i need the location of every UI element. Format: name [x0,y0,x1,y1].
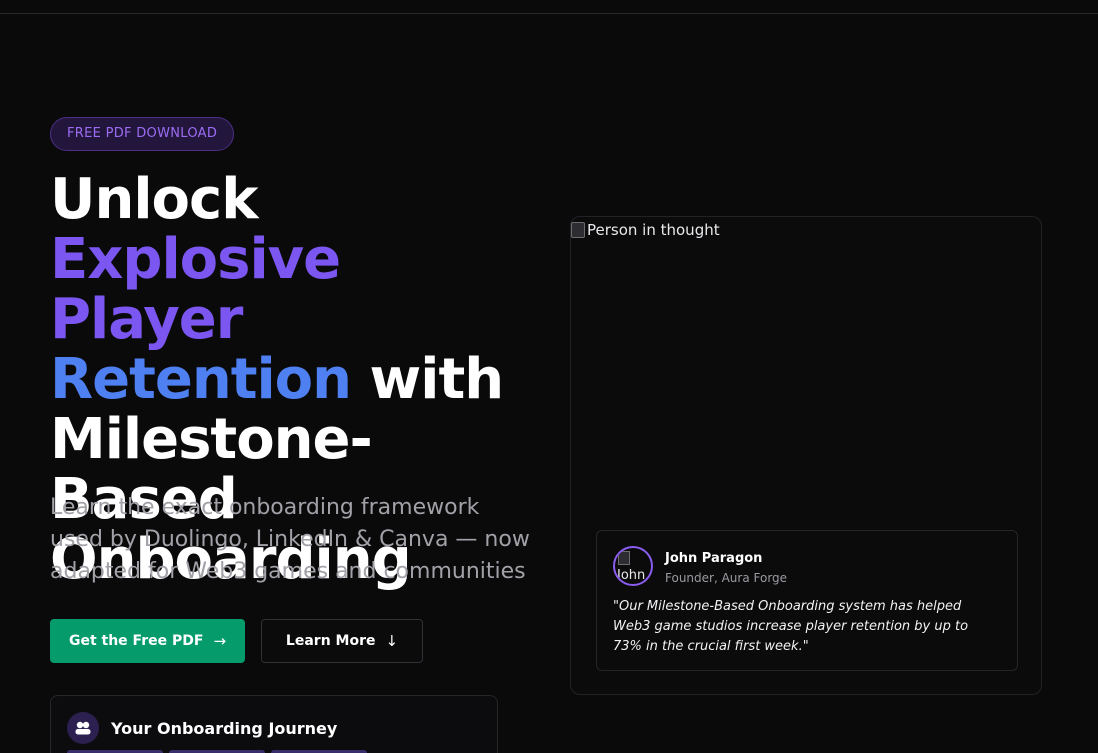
testimonial-quote-box: John John Paragon Founder, Aura Forge "O… [596,530,1018,671]
testimonial-quote: "Our Milestone-Based Onboarding system h… [613,599,969,654]
free-pdf-badge: FREE PDF DOWNLOAD [50,117,235,151]
hero-subheading: Learn the exact onboarding framework use… [50,495,530,584]
users-icon [67,712,99,744]
avatar-alt-text: John [617,568,646,583]
header-divider [0,13,1098,14]
headline-retention: Retention [50,347,352,412]
broken-image-icon [618,551,630,565]
arrow-down-icon: ↓ [385,632,399,650]
broken-image-icon [571,222,585,238]
onboarding-journey-card: Your Onboarding Journey [50,695,498,753]
journey-title: Your Onboarding Journey [111,719,338,738]
headline-unlock: Unlock [50,167,258,232]
image-alt-text: Person in thought [587,221,720,239]
testimonial-name: John Paragon [665,551,763,566]
headline-explosive-player: Explosive Player [50,227,341,352]
arrow-right-icon: → [213,632,227,650]
avatar: John [613,546,653,586]
person-in-thought-image: Person in thought [571,221,720,239]
get-free-pdf-label: Get the Free PDF [68,633,204,649]
learn-more-label: Learn More [285,633,376,649]
headline-with: with [351,347,505,412]
testimonial-role: Founder, Aura Forge [665,571,788,585]
get-free-pdf-button[interactable]: Get the Free PDF → [50,619,245,663]
testimonial-card: Person in thought John John Paragon Foun… [570,216,1042,695]
learn-more-button[interactable]: Learn More ↓ [261,619,423,663]
